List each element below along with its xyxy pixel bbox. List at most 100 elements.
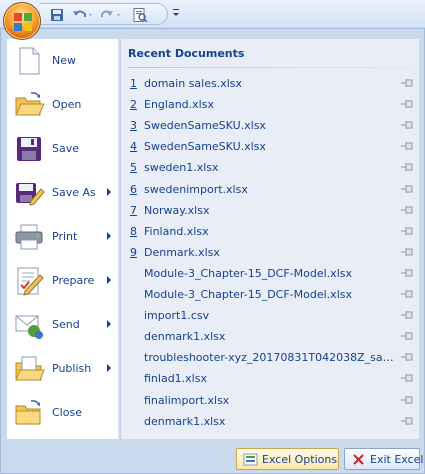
menu-item-label: Save: [52, 142, 80, 155]
recent-document-number: 7: [130, 203, 137, 217]
submenu-arrow-icon: [107, 320, 111, 328]
recent-document-item[interactable]: Module-3_Chapter-15_DCF-Model.xlsx: [121, 263, 420, 284]
menu-item-label: Close: [52, 406, 82, 419]
recent-document-name: denmark1.xlsx: [144, 330, 226, 344]
recent-document-item[interactable]: 9 Denmark.xlsx: [121, 242, 420, 263]
menu-item-new[interactable]: New: [7, 39, 119, 83]
excel-options-label: Excel Options: [262, 453, 338, 466]
redo-icon[interactable]: [100, 8, 122, 22]
pin-icon[interactable]: [401, 416, 413, 426]
menu-item-save[interactable]: Save: [7, 127, 119, 171]
recent-document-number: 9: [130, 245, 137, 259]
menu-item-label: Publish: [52, 362, 92, 375]
recent-document-number: 6: [130, 182, 137, 196]
pin-icon[interactable]: [401, 352, 413, 362]
quick-access-toolbar: [40, 3, 168, 25]
recent-document-number: 2: [130, 98, 137, 112]
customize-qat-icon[interactable]: [172, 6, 180, 20]
recent-document-name: Norway.xlsx: [144, 203, 210, 217]
pin-icon[interactable]: [401, 162, 413, 172]
save-icon[interactable]: [50, 8, 64, 22]
excel-options-button[interactable]: Excel Options: [236, 448, 339, 470]
menu-item-save-as[interactable]: Save As: [7, 171, 119, 215]
publish-icon: [15, 356, 45, 381]
recent-document-item[interactable]: 4 SwedenSameSKU.xlsx: [121, 136, 420, 157]
pin-icon[interactable]: [401, 205, 413, 215]
menu-item-label: New: [52, 54, 76, 67]
pin-icon[interactable]: [401, 184, 413, 194]
recent-document-number: 4: [130, 140, 137, 154]
save-as-icon: [16, 183, 45, 206]
recent-document-name: SwedenSameSKU.xlsx: [144, 140, 266, 154]
recent-document-name: swedenimport.xlsx: [144, 182, 248, 196]
menu-item-close[interactable]: Close: [7, 391, 119, 435]
save-disk-icon: [17, 137, 41, 161]
recent-document-name: SwedenSameSKU.xlsx: [144, 119, 266, 133]
recent-document-name: import1.csv: [144, 309, 210, 323]
pin-icon[interactable]: [401, 78, 413, 88]
divider: [128, 67, 415, 68]
recent-document-item[interactable]: 1 domain sales.xlsx: [121, 73, 420, 94]
menu-item-label: Prepare: [52, 274, 95, 287]
recent-document-name: Denmark.xlsx: [144, 245, 220, 259]
recent-document-item[interactable]: 8 Finland.xlsx: [121, 221, 420, 242]
menu-item-open[interactable]: Open: [7, 83, 119, 127]
recent-document-item[interactable]: 2 England.xlsx: [121, 94, 420, 115]
recent-document-item[interactable]: Module-3_Chapter-15_DCF-Model.xlsx: [121, 284, 420, 305]
pin-icon[interactable]: [401, 141, 413, 151]
recent-document-name: Module-3_Chapter-15_DCF-Model.xlsx: [144, 288, 352, 301]
recent-document-name: domain sales.xlsx: [144, 77, 243, 90]
recent-document-item[interactable]: troubleshooter-xyz_20170831T042038Z_samp…: [121, 347, 420, 368]
send-icon: [15, 315, 43, 339]
recent-document-name: finlad1.xlsx: [144, 372, 207, 386]
menu-footer: Excel Options Exit Excel: [1, 445, 425, 474]
prepare-icon: [17, 267, 44, 296]
pin-icon[interactable]: [401, 289, 413, 299]
menu-item-label: Print: [52, 230, 78, 243]
recent-document-name: Module-3_Chapter-15_DCF-Model.xlsx: [144, 266, 352, 280]
recent-document-name: Finland.xlsx: [144, 224, 209, 238]
recent-document-item[interactable]: 6 swedenimport.xlsx: [121, 179, 420, 200]
pin-icon[interactable]: [401, 373, 413, 383]
undo-icon[interactable]: [72, 8, 94, 22]
recent-document-item[interactable]: finalimport.xlsx: [121, 390, 420, 411]
recent-document-item[interactable]: denmark1.xlsx: [121, 326, 420, 347]
command-list: New Open Save Save As Print Prepare Send…: [7, 39, 119, 439]
pin-icon[interactable]: [401, 310, 413, 320]
recent-document-item[interactable]: 3 SwedenSameSKU.xlsx: [121, 115, 420, 136]
menu-item-label: Send: [52, 318, 80, 331]
recent-document-name: finalimport.xlsx: [144, 393, 230, 407]
office-button[interactable]: [3, 2, 41, 40]
recent-document-name: troubleshooter-xyz_20170831T042038Z_samp…: [144, 351, 397, 365]
recent-document-item[interactable]: denmark1.xlsx: [121, 411, 420, 432]
printer-icon: [15, 224, 43, 250]
office-logo-icon: [14, 13, 32, 31]
recent-document-number: 3: [130, 119, 137, 133]
menu-item-print[interactable]: Print: [7, 215, 119, 259]
title-bar: [0, 0, 425, 28]
pin-icon[interactable]: [401, 226, 413, 236]
submenu-arrow-icon: [107, 364, 111, 372]
recent-document-item[interactable]: 7 Norway.xlsx: [121, 200, 420, 221]
pin-icon[interactable]: [401, 331, 413, 341]
recent-document-name: denmark1.xlsx: [144, 414, 226, 428]
pin-icon[interactable]: [401, 395, 413, 405]
recent-documents-panel: Recent Documents 1 domain sales.xlsx 2 Engl…: [120, 39, 419, 439]
pin-icon[interactable]: [401, 99, 413, 109]
pin-icon[interactable]: [401, 268, 413, 278]
recent-document-item[interactable]: finlad1.xlsx: [121, 368, 420, 389]
menu-item-publish[interactable]: Publish: [7, 347, 119, 391]
print-preview-icon[interactable]: [132, 8, 148, 22]
menu-item-prepare[interactable]: Prepare: [7, 259, 119, 303]
menu-item-send[interactable]: Send: [7, 303, 119, 347]
exit-excel-button[interactable]: Exit Excel: [344, 448, 423, 470]
recent-document-item[interactable]: import1.csv: [121, 305, 420, 326]
open-folder-icon: [15, 92, 45, 116]
recent-document-item[interactable]: 5 sweden1.xlsx: [121, 157, 420, 178]
pin-icon[interactable]: [401, 120, 413, 130]
menu-item-label: Open: [52, 98, 82, 111]
recent-document-name: England.xlsx: [144, 98, 214, 112]
pin-icon[interactable]: [401, 247, 413, 257]
recent-documents-title: Recent Documents: [128, 47, 245, 60]
recent-document-number: 1: [130, 77, 137, 90]
